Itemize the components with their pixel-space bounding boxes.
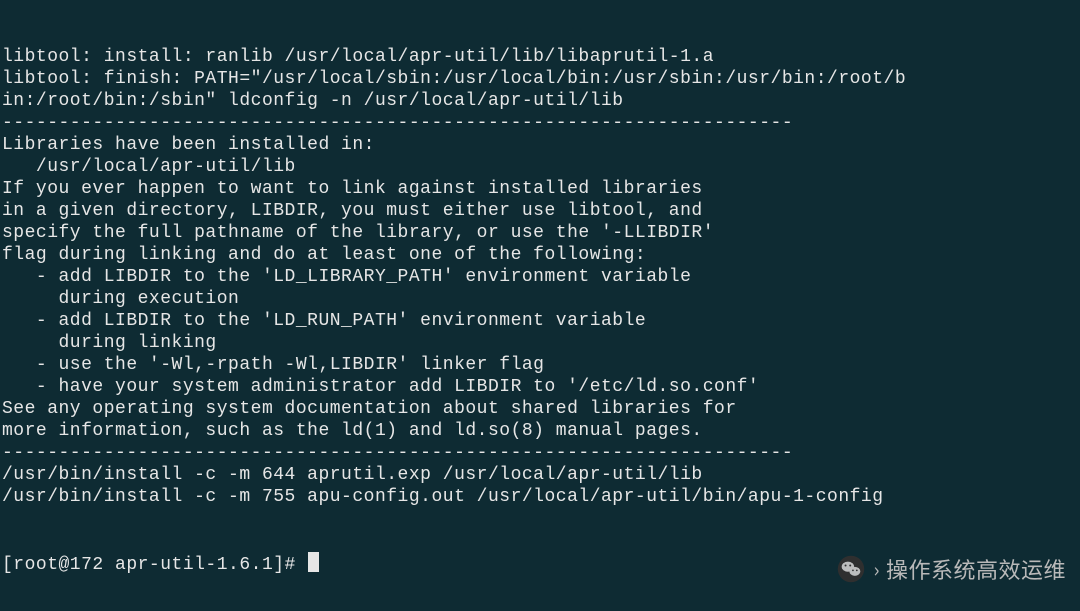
terminal-line: specify the full pathname of the library… xyxy=(2,222,1080,244)
terminal-prompt: [root@172 apr-util-1.6.1]# xyxy=(2,555,307,575)
terminal-line: - use the '-Wl,-rpath -Wl,LIBDIR' linker… xyxy=(2,354,1080,376)
terminal[interactable]: libtool: install: ranlib /usr/local/apr-… xyxy=(0,0,1080,611)
terminal-line: libtool: install: ranlib /usr/local/apr-… xyxy=(2,46,1080,68)
terminal-line: libtool: finish: PATH="/usr/local/sbin:/… xyxy=(2,68,1080,90)
terminal-line: See any operating system documentation a… xyxy=(2,398,1080,420)
terminal-line: more information, such as the ld(1) and … xyxy=(2,420,1080,442)
terminal-line: If you ever happen to want to link again… xyxy=(2,178,1080,200)
terminal-line: during linking xyxy=(2,332,1080,354)
terminal-line: in a given directory, LIBDIR, you must e… xyxy=(2,200,1080,222)
terminal-line: - have your system administrator add LIB… xyxy=(2,376,1080,398)
terminal-line: - add LIBDIR to the 'LD_LIBRARY_PATH' en… xyxy=(2,266,1080,288)
terminal-line: during execution xyxy=(2,288,1080,310)
terminal-line: /usr/bin/install -c -m 755 apu-config.ou… xyxy=(2,486,1080,508)
cursor-icon xyxy=(308,552,319,572)
terminal-line: Libraries have been installed in: xyxy=(2,134,1080,156)
terminal-prompt-line[interactable]: [root@172 apr-util-1.6.1]# xyxy=(2,552,1080,576)
terminal-line: /usr/bin/install -c -m 644 aprutil.exp /… xyxy=(2,464,1080,486)
terminal-line: ----------------------------------------… xyxy=(2,442,1080,464)
terminal-line: in:/root/bin:/sbin" ldconfig -n /usr/loc… xyxy=(2,90,1080,112)
terminal-line: ----------------------------------------… xyxy=(2,112,1080,134)
terminal-line: - add LIBDIR to the 'LD_RUN_PATH' enviro… xyxy=(2,310,1080,332)
terminal-line: flag during linking and do at least one … xyxy=(2,244,1080,266)
terminal-line: /usr/local/apr-util/lib xyxy=(2,156,1080,178)
terminal-output: libtool: install: ranlib /usr/local/apr-… xyxy=(2,46,1080,508)
